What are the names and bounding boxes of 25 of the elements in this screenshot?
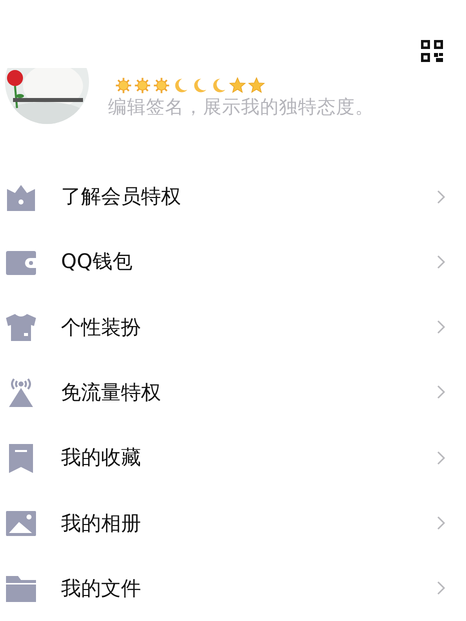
chevron-icon — [436, 254, 446, 270]
qr-code-icon[interactable] — [421, 40, 443, 62]
chevron-icon — [436, 580, 446, 596]
menu-item[interactable]: 我的文件 — [0, 556, 466, 621]
moon-icon — [210, 77, 227, 94]
signature-field[interactable]: 编辑签名，展示我的独特态度。 — [108, 97, 448, 118]
moon-icon — [191, 77, 208, 94]
sun-icon — [153, 77, 170, 94]
sun-icon — [134, 77, 151, 94]
chevron-icon — [436, 188, 446, 205]
menu-item[interactable]: 免流量特权 — [0, 360, 466, 426]
chevron-icon — [436, 384, 446, 400]
sun-icon — [115, 77, 132, 94]
chevron-icon — [436, 319, 446, 336]
menu-item[interactable]: 了解会员特权 — [0, 164, 466, 230]
menu-item[interactable]: 我的收藏 — [0, 425, 466, 490]
chevron-icon — [436, 450, 446, 466]
shirt-icon — [5, 311, 37, 344]
menu-item[interactable]: QQ钱包 — [0, 229, 466, 295]
chevron-icon — [436, 515, 446, 532]
menu-item[interactable]: 个性装扮 — [0, 294, 466, 360]
star-icon — [248, 77, 265, 94]
menu-item[interactable]: 我的相册 — [0, 490, 466, 556]
moon-icon — [172, 77, 189, 94]
star-icon — [229, 77, 246, 94]
